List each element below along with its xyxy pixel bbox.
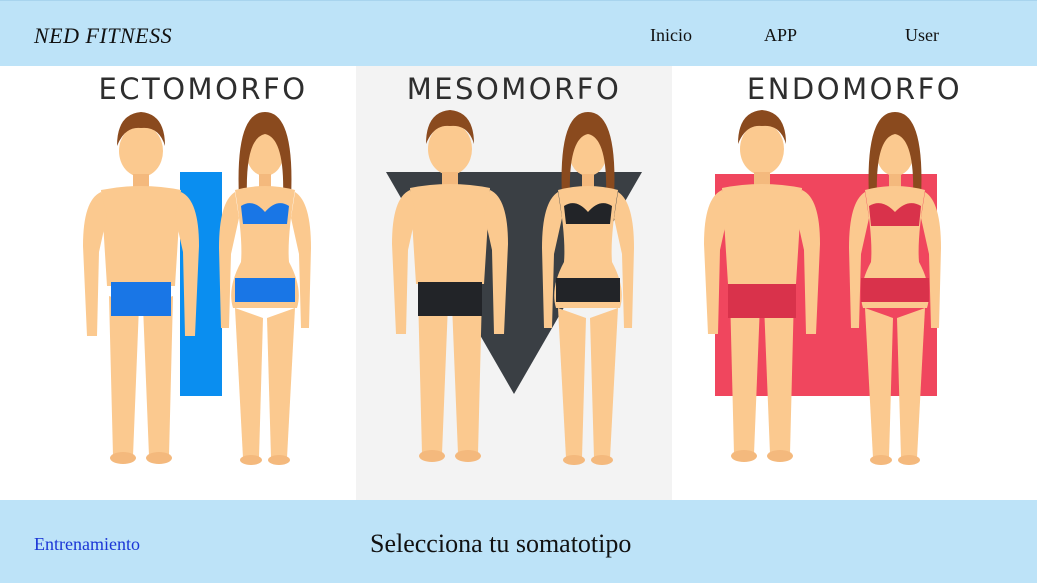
panel-mesomorfo[interactable]: Mesomorfo bbox=[356, 66, 672, 500]
panel-title-mesomorfo: Mesomorfo bbox=[406, 72, 622, 106]
nav-app[interactable]: APP bbox=[764, 25, 797, 46]
top-navbar: NED FITNESS Inicio APP User bbox=[0, 0, 1037, 66]
footer-bar: Entrenamiento Selecciona tu somatotipo bbox=[0, 500, 1037, 583]
page-heading: Selecciona tu somatotipo bbox=[370, 529, 632, 558]
nav-user[interactable]: User bbox=[905, 25, 939, 46]
panel-ectomorfo[interactable]: Ectomorfo bbox=[0, 66, 406, 500]
brand-logo[interactable]: NED FITNESS bbox=[34, 23, 172, 49]
panel-title-ectomorfo: Ectomorfo bbox=[98, 72, 308, 106]
panel-endomorfo[interactable]: Endomorfo bbox=[672, 66, 1037, 500]
panel-title-endomorfo: Endomorfo bbox=[746, 72, 963, 106]
entrenamiento-link[interactable]: Entrenamiento bbox=[34, 534, 140, 555]
nav-inicio[interactable]: Inicio bbox=[650, 25, 692, 46]
somatotype-hero-image: Ectomorfo Mesomorfo Endomorfo bbox=[0, 66, 1037, 500]
